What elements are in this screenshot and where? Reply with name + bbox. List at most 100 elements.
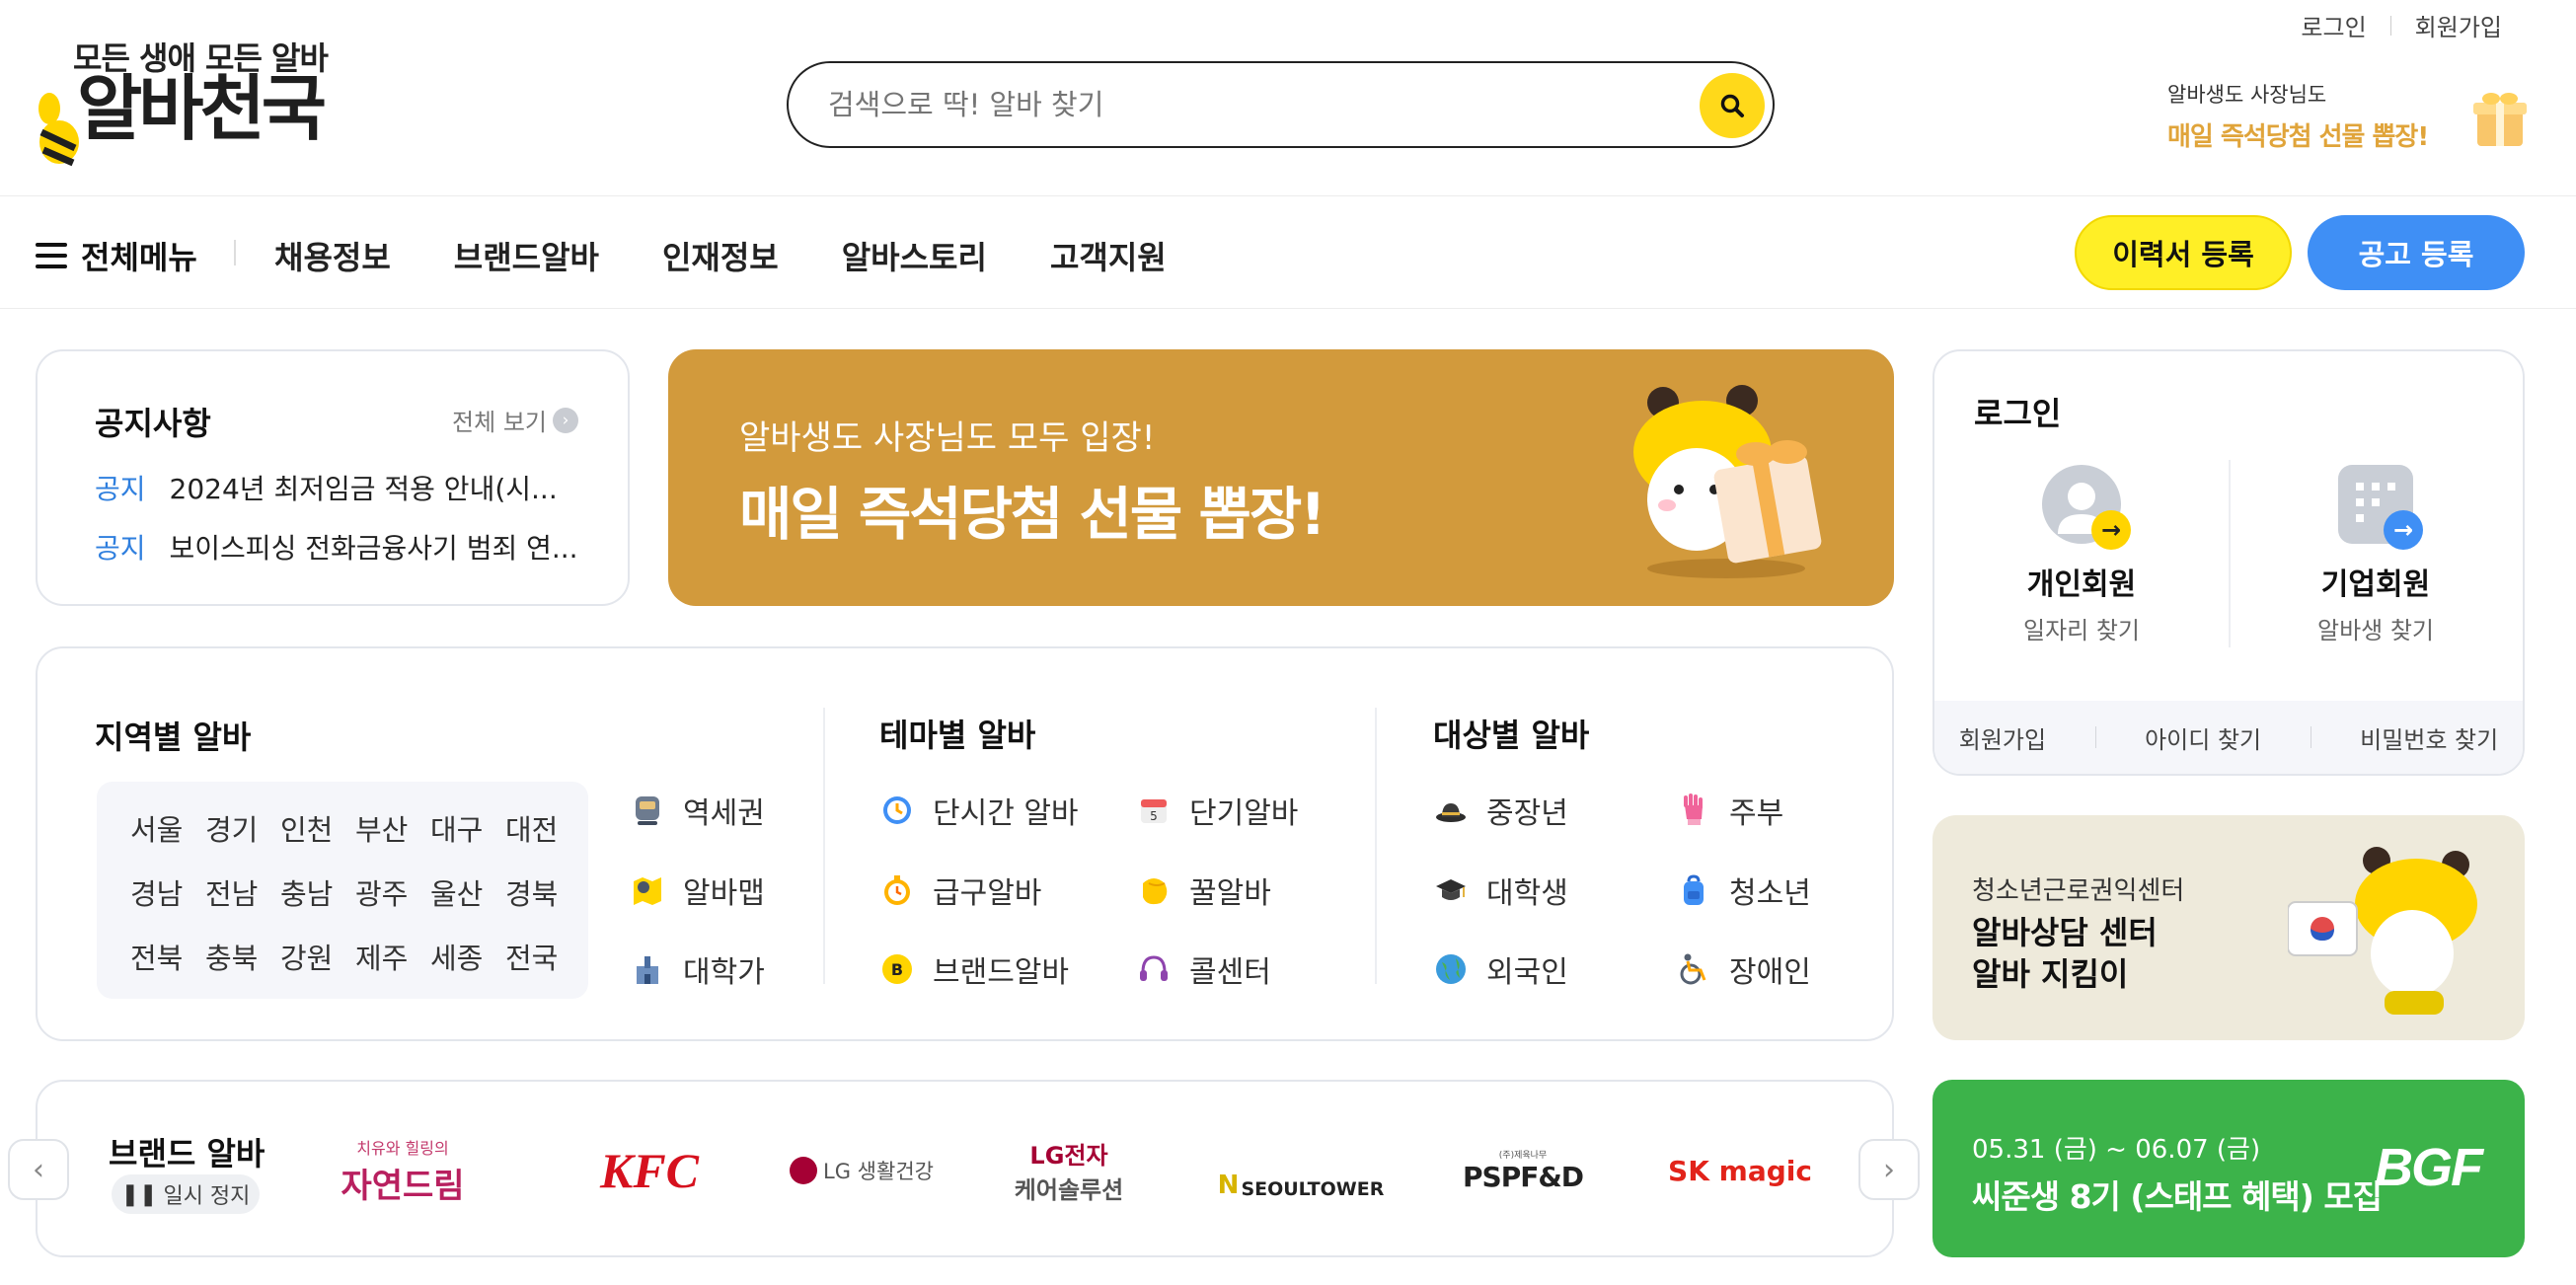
banner-subtitle: 알바생도 사장님도 모두 입장! [739,418,1156,458]
brand-prev-button[interactable]: ‹ [8,1139,69,1200]
notice-row[interactable]: 공지 2024년 최저임금 적용 안내(시... [95,468,558,507]
nav-item-support[interactable]: 고객지원 [1050,233,1167,278]
region-item[interactable]: 제주 [355,936,408,977]
region-item[interactable]: 서울 [130,807,183,849]
category-university[interactable]: 대학가 [630,947,765,991]
region-item[interactable]: 부산 [355,807,408,849]
site-logo[interactable]: 모든 생애 모든 알바 알바천국 [36,30,351,167]
target-title: 대상별 알바 [1433,717,1590,754]
brand-logo-pspfd[interactable]: (주)제육나무 PSPF&D [1459,1141,1587,1200]
nav-item-brand[interactable]: 브랜드알바 [454,233,599,278]
notice-more-link[interactable]: 전체 보기 › [452,403,578,437]
notice-row[interactable]: 공지 보이스피싱 전화금융사기 범죄 연... [95,527,578,567]
region-item[interactable]: 강원 [280,936,333,977]
svg-text:5: 5 [1150,809,1158,823]
region-item[interactable]: 경남 [130,871,183,913]
category-short-time[interactable]: 단시간 알바 [879,789,1079,832]
category-callcenter[interactable]: 콜센터 [1136,947,1271,991]
graduation-cap-icon [1433,872,1469,908]
mascot-flag-illustration [2288,847,2477,1015]
category-housewife[interactable]: 주부 [1676,789,1783,832]
brand-logo-sub: (주)제육나무 [1498,1151,1548,1161]
main-banner[interactable]: 알바생도 사장님도 모두 입장! 매일 즉석당첨 선물 뽑장! [668,349,1894,606]
category-middle-aged[interactable]: 중장년 [1433,789,1568,832]
category-honey[interactable]: 꿀알바 [1136,869,1271,912]
category-label: 콜센터 [1189,955,1271,990]
brand-logo-lg-care[interactable]: LG전자 케어솔루션 [1005,1141,1133,1204]
signup-link[interactable]: 회원가입 [2415,8,2502,42]
brand-next-button[interactable]: › [1858,1139,1920,1200]
brand-logo-text: KFC [599,1143,700,1198]
category-college[interactable]: 대학생 [1433,869,1568,912]
register-post-button[interactable]: 공고 등록 [2308,215,2525,290]
personal-member-desc: 일자리 찾기 [2022,617,2141,644]
brand-logo-kfc[interactable]: KFC [561,1141,738,1200]
category-map[interactable]: 알바맵 [630,869,765,912]
category-brand[interactable]: B 브랜드알바 [879,947,1069,991]
login-footer: 회원가입 아이디 찾기 비밀번호 찾기 [1934,701,2523,774]
subway-icon [630,793,665,828]
login-link[interactable]: 로그인 [2301,8,2366,42]
brand-logo-jayeondream[interactable]: 치유와 힐링의 자연드림 [334,1139,472,1206]
brand-logo-text: 자연드림 [341,1166,465,1206]
category-teen[interactable]: 청소년 [1676,869,1811,912]
category-foreigner[interactable]: 외국인 [1433,947,1568,991]
category-short-term[interactable]: 5 단기알바 [1136,789,1298,832]
region-item[interactable]: 충북 [205,936,258,977]
brand-logo-text: LG 생활건강 [823,1160,934,1183]
personal-member-button[interactable]: → 개인회원 일자리 찾기 [1983,465,2180,645]
region-item[interactable]: 울산 [430,871,483,913]
counsel-center-banner[interactable]: 청소년근로권익센터 알바상담 센터 알바 지킴이 [1932,815,2525,1040]
category-label: 대학가 [683,955,765,990]
all-menu-button[interactable]: 전체메뉴 [36,233,197,278]
brand-card: 브랜드 알바 ❚❚ 일시 정지 치유와 힐링의 자연드림 KFC LG 생활건강… [36,1080,1894,1257]
region-item[interactable]: 광주 [355,871,408,913]
globe-icon [1433,951,1469,987]
bgf-recruit-banner[interactable]: 05.31 (금) ~ 06.07 (금) 씨준생 8기 (스태프 혜택) 모집… [1932,1080,2525,1257]
signup-link[interactable]: 회원가입 [1959,720,2046,755]
category-label: 단시간 알바 [933,796,1079,831]
nav-item-jobs[interactable]: 채용정보 [274,233,391,278]
region-item[interactable]: 인천 [280,807,333,849]
company-member-desc: 알바생 찾기 [2316,617,2435,644]
region-item[interactable]: 대전 [505,807,558,849]
category-disabled[interactable]: 장애인 [1676,947,1811,991]
region-item[interactable]: 전북 [130,936,183,977]
search-input[interactable] [828,88,1677,121]
region-item[interactable]: 대구 [430,807,483,849]
find-password-link[interactable]: 비밀번호 찾기 [2360,720,2498,755]
nav-item-story[interactable]: 알바스토리 [842,233,987,278]
notice-title: 공지사항 [95,405,211,442]
notice-card: 공지사항 전체 보기 › 공지 2024년 최저임금 적용 안내(시... 공지… [36,349,630,606]
theme-title: 테마별 알바 [879,717,1036,754]
pause-button[interactable]: ❚❚ 일시 정지 [112,1174,260,1214]
arrow-right-icon: → [2384,510,2423,550]
region-item[interactable]: 경북 [505,871,558,913]
category-subway[interactable]: 역세권 [630,789,765,832]
category-urgent[interactable]: 급구알바 [879,869,1041,912]
header-promo[interactable]: 알바생도 사장님도 매일 즉석당첨 선물 뽑장! [2167,79,2533,158]
headset-icon [1136,951,1172,987]
search-button[interactable] [1700,73,1765,138]
region-item[interactable]: 경기 [205,807,258,849]
divider [1375,708,1377,984]
region-item[interactable]: 충남 [280,871,333,913]
divider [234,240,236,265]
register-resume-button[interactable]: 이력서 등록 [2075,215,2292,290]
find-id-link[interactable]: 아이디 찾기 [2145,720,2261,755]
mascot-gift-illustration [1633,385,1822,578]
region-item[interactable]: 전남 [205,871,258,913]
nav-item-talent[interactable]: 인재정보 [662,233,779,278]
company-member-button[interactable]: → 기업회원 알바생 찾기 [2277,465,2474,645]
hat-icon [1433,793,1469,828]
banner-title: 매일 즉석당첨 선물 뽑장! [739,481,1326,548]
divider [0,195,2576,196]
brand-logo-seoultower[interactable]: N SEOULTOWER [1218,1141,1385,1200]
region-item[interactable]: 세종 [430,936,483,977]
login-card: 로그인 → 개인회원 일자리 찾기 → 기업회원 알바생 찾기 회원가입 아이디… [1932,349,2525,776]
brand-logo-text: SEOULTOWER [1241,1178,1385,1200]
brand-logo-skmagic[interactable]: SK magic [1668,1141,1812,1200]
region-item[interactable]: 전국 [505,936,558,977]
region-title: 지역별 알바 [95,718,252,756]
brand-logo-lg-hnh[interactable]: LG 생활건강 [788,1141,936,1200]
